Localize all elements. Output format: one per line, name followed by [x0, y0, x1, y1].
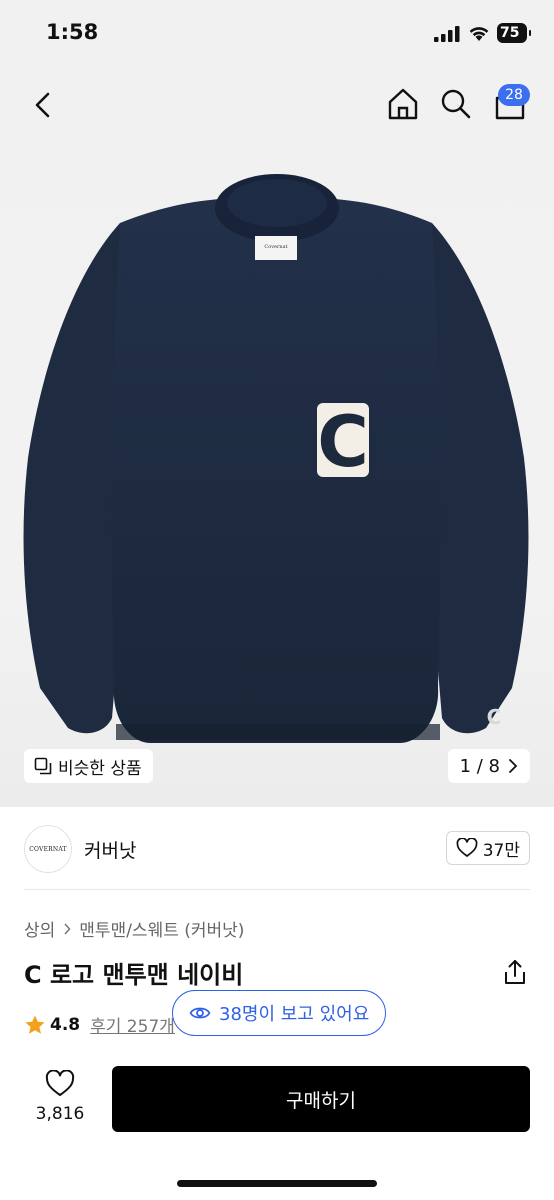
review-count-link[interactable]: 후기 257개: [90, 1012, 175, 1037]
svg-text:Covernat: Covernat: [264, 244, 287, 250]
viewers-label: 38명이 보고 있어요: [219, 1004, 370, 1025]
status-bar: 1:58 75: [0, 0, 554, 68]
breadcrumb: 상의 맨투맨/스웨트 (커버낫): [24, 916, 244, 941]
breadcrumb-item-top[interactable]: 상의: [24, 916, 55, 941]
svg-text:C: C: [317, 401, 368, 483]
image-page-indicator[interactable]: 1 / 8: [447, 749, 530, 783]
battery-level: 75: [500, 25, 520, 41]
brand-logo[interactable]: COVERNAT: [24, 825, 72, 873]
product-image[interactable]: Covernat C C: [0, 128, 554, 758]
back-arrow-icon[interactable]: [28, 88, 58, 122]
chevron-right-icon: [509, 759, 518, 773]
status-time: 1:58: [46, 20, 99, 44]
wishlist-button[interactable]: 3,816: [30, 1069, 90, 1124]
cart-count-badge: 28: [498, 84, 530, 106]
cellular-signal-icon: [434, 26, 460, 42]
svg-text:C: C: [487, 705, 502, 729]
breadcrumb-item-category[interactable]: 맨투맨/스웨트 (커버낫): [79, 916, 244, 941]
copy-icon: [34, 757, 52, 775]
product-hero[interactable]: 28 Covernat C C 비슷한 상품 1 / 8: [0, 68, 554, 807]
home-icon[interactable]: [385, 86, 421, 122]
search-icon[interactable]: [438, 86, 474, 122]
brand-row[interactable]: COVERNAT 커버낫 37만: [24, 822, 530, 876]
brand-like-count: 37만: [482, 840, 520, 861]
star-icon: [25, 1015, 45, 1034]
eye-icon: [189, 1007, 211, 1019]
heart-icon: [456, 838, 478, 857]
battery-icon: 75: [497, 23, 531, 43]
wishlist-count: 3,816: [35, 1104, 85, 1124]
similar-products-button[interactable]: 비슷한 상품: [24, 749, 153, 783]
wifi-icon: [469, 27, 489, 41]
divider: [24, 889, 530, 890]
chevron-right-icon: [64, 922, 71, 935]
similar-products-label: 비슷한 상품: [58, 758, 142, 779]
heart-icon: [45, 1069, 75, 1096]
rating-score: 4.8: [50, 1014, 81, 1035]
brand-like-button[interactable]: 37만: [445, 831, 530, 865]
bottom-action-bar: 3,816 구매하기: [0, 1066, 554, 1136]
share-icon[interactable]: [502, 958, 528, 986]
brand-name[interactable]: 커버낫: [84, 836, 136, 863]
viewers-badge: 38명이 보고 있어요: [172, 990, 387, 1036]
brand-logo-text: COVERNAT: [29, 845, 67, 853]
page-indicator-text: 1 / 8: [459, 755, 500, 777]
product-title: C 로고 맨투맨 네이비: [24, 961, 244, 989]
home-indicator: [177, 1180, 377, 1187]
buy-button[interactable]: 구매하기: [112, 1066, 530, 1132]
rating-row: 4.8 후기 257개: [24, 1012, 175, 1037]
